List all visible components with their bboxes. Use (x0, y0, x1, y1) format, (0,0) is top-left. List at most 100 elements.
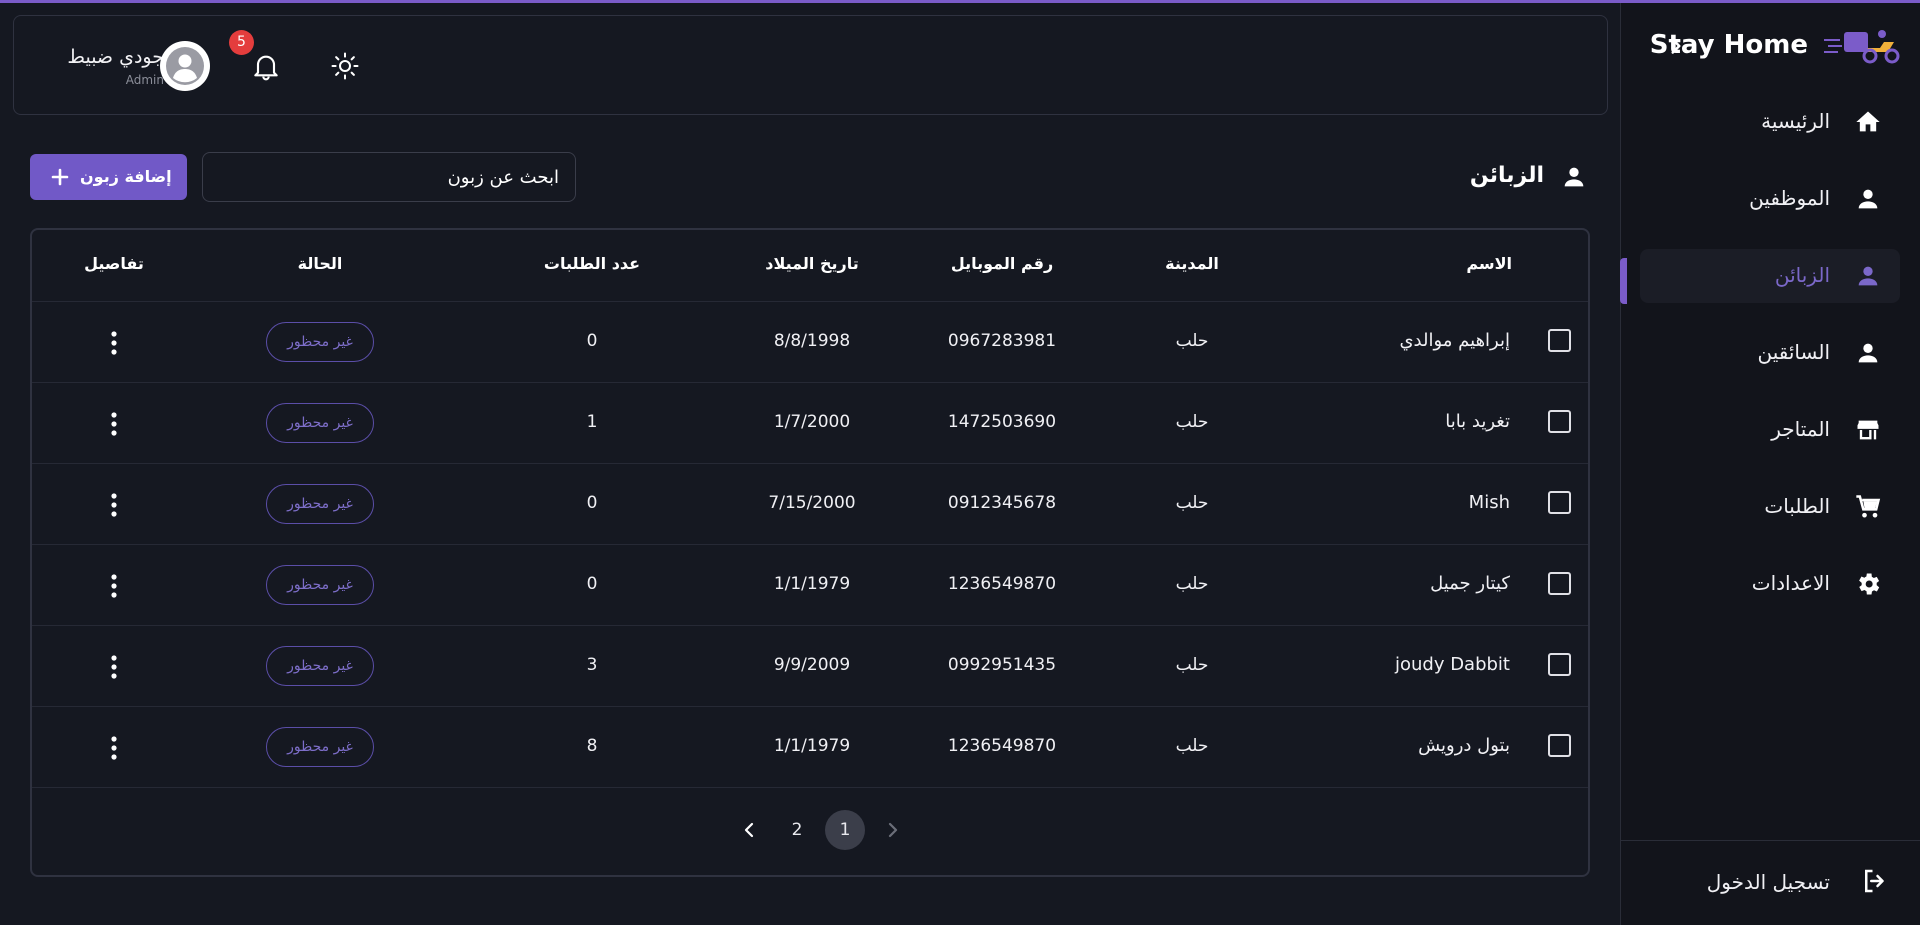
page-button-2[interactable]: 2 (777, 810, 817, 850)
customer-mobile: 1236549870 (947, 736, 1057, 756)
customer-orders: 1 (586, 412, 598, 432)
customer-name: تغريد بابا (1445, 411, 1510, 432)
customer-birthdate: 1/7/2000 (773, 412, 851, 432)
table-row[interactable]: بتول درويش حلب 1236549870 1/1/1979 8 غير… (32, 707, 1588, 788)
customer-birthdate: 9/9/2009 (773, 655, 851, 675)
customer-birthdate: 8/8/1998 (773, 331, 851, 351)
sidebar-item-drivers[interactable]: السائقين (1640, 326, 1900, 380)
person-icon (1854, 339, 1882, 367)
table-row[interactable]: تغريد بابا حلب 1472503690 1/7/2000 1 غير… (32, 383, 1588, 464)
customer-orders: 0 (586, 574, 598, 594)
top-header: جودي ضبيط Admin 5 (13, 15, 1608, 115)
bell-icon[interactable] (250, 50, 282, 82)
notification-badge: 5 (229, 30, 254, 55)
column-header-birthdate[interactable]: تاريخ الميلاد (732, 254, 892, 273)
customer-name: بتول درويش (1418, 735, 1510, 756)
customer-orders: 3 (586, 655, 598, 675)
status-badge[interactable]: غير محظور (266, 403, 374, 443)
sidebar-item-label: السائقين (1757, 340, 1830, 364)
sidebar-item-stores[interactable]: المتاجر (1640, 403, 1900, 457)
customer-orders: 0 (586, 331, 598, 351)
status-badge[interactable]: غير محظور (266, 322, 374, 362)
logout-icon (1860, 866, 1890, 896)
table-row[interactable]: Mish حلب 0912345678 7/15/2000 0 غير محظو… (32, 464, 1588, 545)
gear-icon (1854, 570, 1882, 598)
customer-city: حلب (1175, 574, 1209, 594)
user-name: جودي ضبيط (67, 46, 164, 68)
column-header-orders[interactable]: عدد الطلبات (512, 254, 672, 273)
customer-mobile: 0912345678 (947, 493, 1057, 513)
logout-label: تسجيل الدخول (1706, 870, 1830, 894)
add-customer-button[interactable]: إضافة زبون (30, 154, 187, 200)
column-header-mobile[interactable]: رقم الموبايل (927, 254, 1077, 273)
status-badge[interactable]: غير محظور (266, 646, 374, 686)
more-vertical-icon[interactable] (102, 329, 126, 357)
customer-city: حلب (1175, 493, 1209, 513)
search-input[interactable] (202, 152, 576, 202)
sidebar-item-label: الرئيسية (1761, 109, 1830, 133)
plus-icon (50, 167, 70, 187)
status-badge[interactable]: غير محظور (266, 484, 374, 524)
customer-mobile: 1236549870 (947, 574, 1057, 594)
status-badge[interactable]: غير محظور (266, 565, 374, 605)
customer-birthdate: 1/1/1979 (773, 574, 851, 594)
more-vertical-icon[interactable] (102, 491, 126, 519)
pagination: 2 1 (729, 810, 929, 850)
column-header-details[interactable]: تفاصيل (64, 254, 164, 273)
sidebar-item-orders[interactable]: الطلبات (1640, 480, 1900, 534)
row-checkbox[interactable] (1548, 653, 1571, 676)
customer-birthdate: 1/1/1979 (773, 736, 851, 756)
customer-mobile: 1472503690 (947, 412, 1057, 432)
sidebar-item-home[interactable]: الرئيسية (1640, 95, 1900, 149)
person-icon (1854, 185, 1882, 213)
user-role: Admin (125, 73, 164, 87)
person-icon (1854, 262, 1882, 290)
column-header-status[interactable]: الحالة (270, 254, 370, 273)
row-checkbox[interactable] (1548, 410, 1571, 433)
sidebar-item-customers[interactable]: الزبائن (1640, 249, 1900, 303)
more-vertical-icon[interactable] (102, 410, 126, 438)
column-header-name[interactable]: الاسم (1392, 254, 1512, 273)
avatar[interactable] (160, 41, 210, 91)
table-row[interactable]: joudy Dabbit حلب 0992951435 9/9/2009 3 غ… (32, 626, 1588, 707)
page-title: الزبائن (1469, 163, 1544, 188)
more-vertical-icon[interactable] (102, 734, 126, 762)
sun-icon[interactable] (330, 51, 360, 81)
row-checkbox[interactable] (1548, 572, 1571, 595)
row-checkbox[interactable] (1548, 491, 1571, 514)
chevron-left-icon[interactable] (729, 810, 769, 850)
customer-name: إبراهيم موالدي (1399, 330, 1510, 351)
person-icon (1560, 163, 1588, 191)
table-header: الاسم المدينة رقم الموبايل تاريخ الميلاد… (32, 230, 1588, 302)
customer-city: حلب (1175, 331, 1209, 351)
status-badge[interactable]: غير محظور (266, 727, 374, 767)
customer-mobile: 0967283981 (947, 331, 1057, 351)
customer-orders: 0 (586, 493, 598, 513)
customer-name: Mish (1468, 492, 1510, 513)
delivery-scooter-logo-icon (1822, 26, 1904, 66)
store-icon (1854, 416, 1882, 444)
logout-button[interactable]: تسجيل الدخول (1620, 840, 1920, 925)
sidebar-item-label: الاعدادات (1751, 571, 1830, 595)
row-checkbox[interactable] (1548, 734, 1571, 757)
more-vertical-icon[interactable] (102, 572, 126, 600)
table-row[interactable]: إبراهيم موالدي حلب 0967283981 8/8/1998 0… (32, 302, 1588, 383)
customer-orders: 8 (586, 736, 598, 756)
customer-name: كيتار جميل (1430, 573, 1510, 594)
table-row[interactable]: كيتار جميل حلب 1236549870 1/1/1979 0 غير… (32, 545, 1588, 626)
customer-city: حلب (1175, 736, 1209, 756)
sidebar-item-employees[interactable]: الموظفين (1640, 172, 1900, 226)
row-checkbox[interactable] (1548, 329, 1571, 352)
column-header-city[interactable]: المدينة (1142, 254, 1242, 273)
chevron-right-icon[interactable] (873, 810, 913, 850)
sidebar-item-settings[interactable]: الاعدادات (1640, 557, 1900, 611)
page-button-1[interactable]: 1 (825, 810, 865, 850)
sidebar-item-label: المتاجر (1771, 417, 1830, 441)
customer-city: حلب (1175, 412, 1209, 432)
customer-mobile: 0992951435 (947, 655, 1057, 675)
sidebar-item-label: الزبائن (1774, 263, 1830, 287)
brand: Stay Home (1635, 21, 1904, 71)
more-vertical-icon[interactable] (102, 653, 126, 681)
add-customer-label: إضافة زبون (80, 167, 172, 186)
customer-birthdate: 7/15/2000 (768, 493, 856, 513)
